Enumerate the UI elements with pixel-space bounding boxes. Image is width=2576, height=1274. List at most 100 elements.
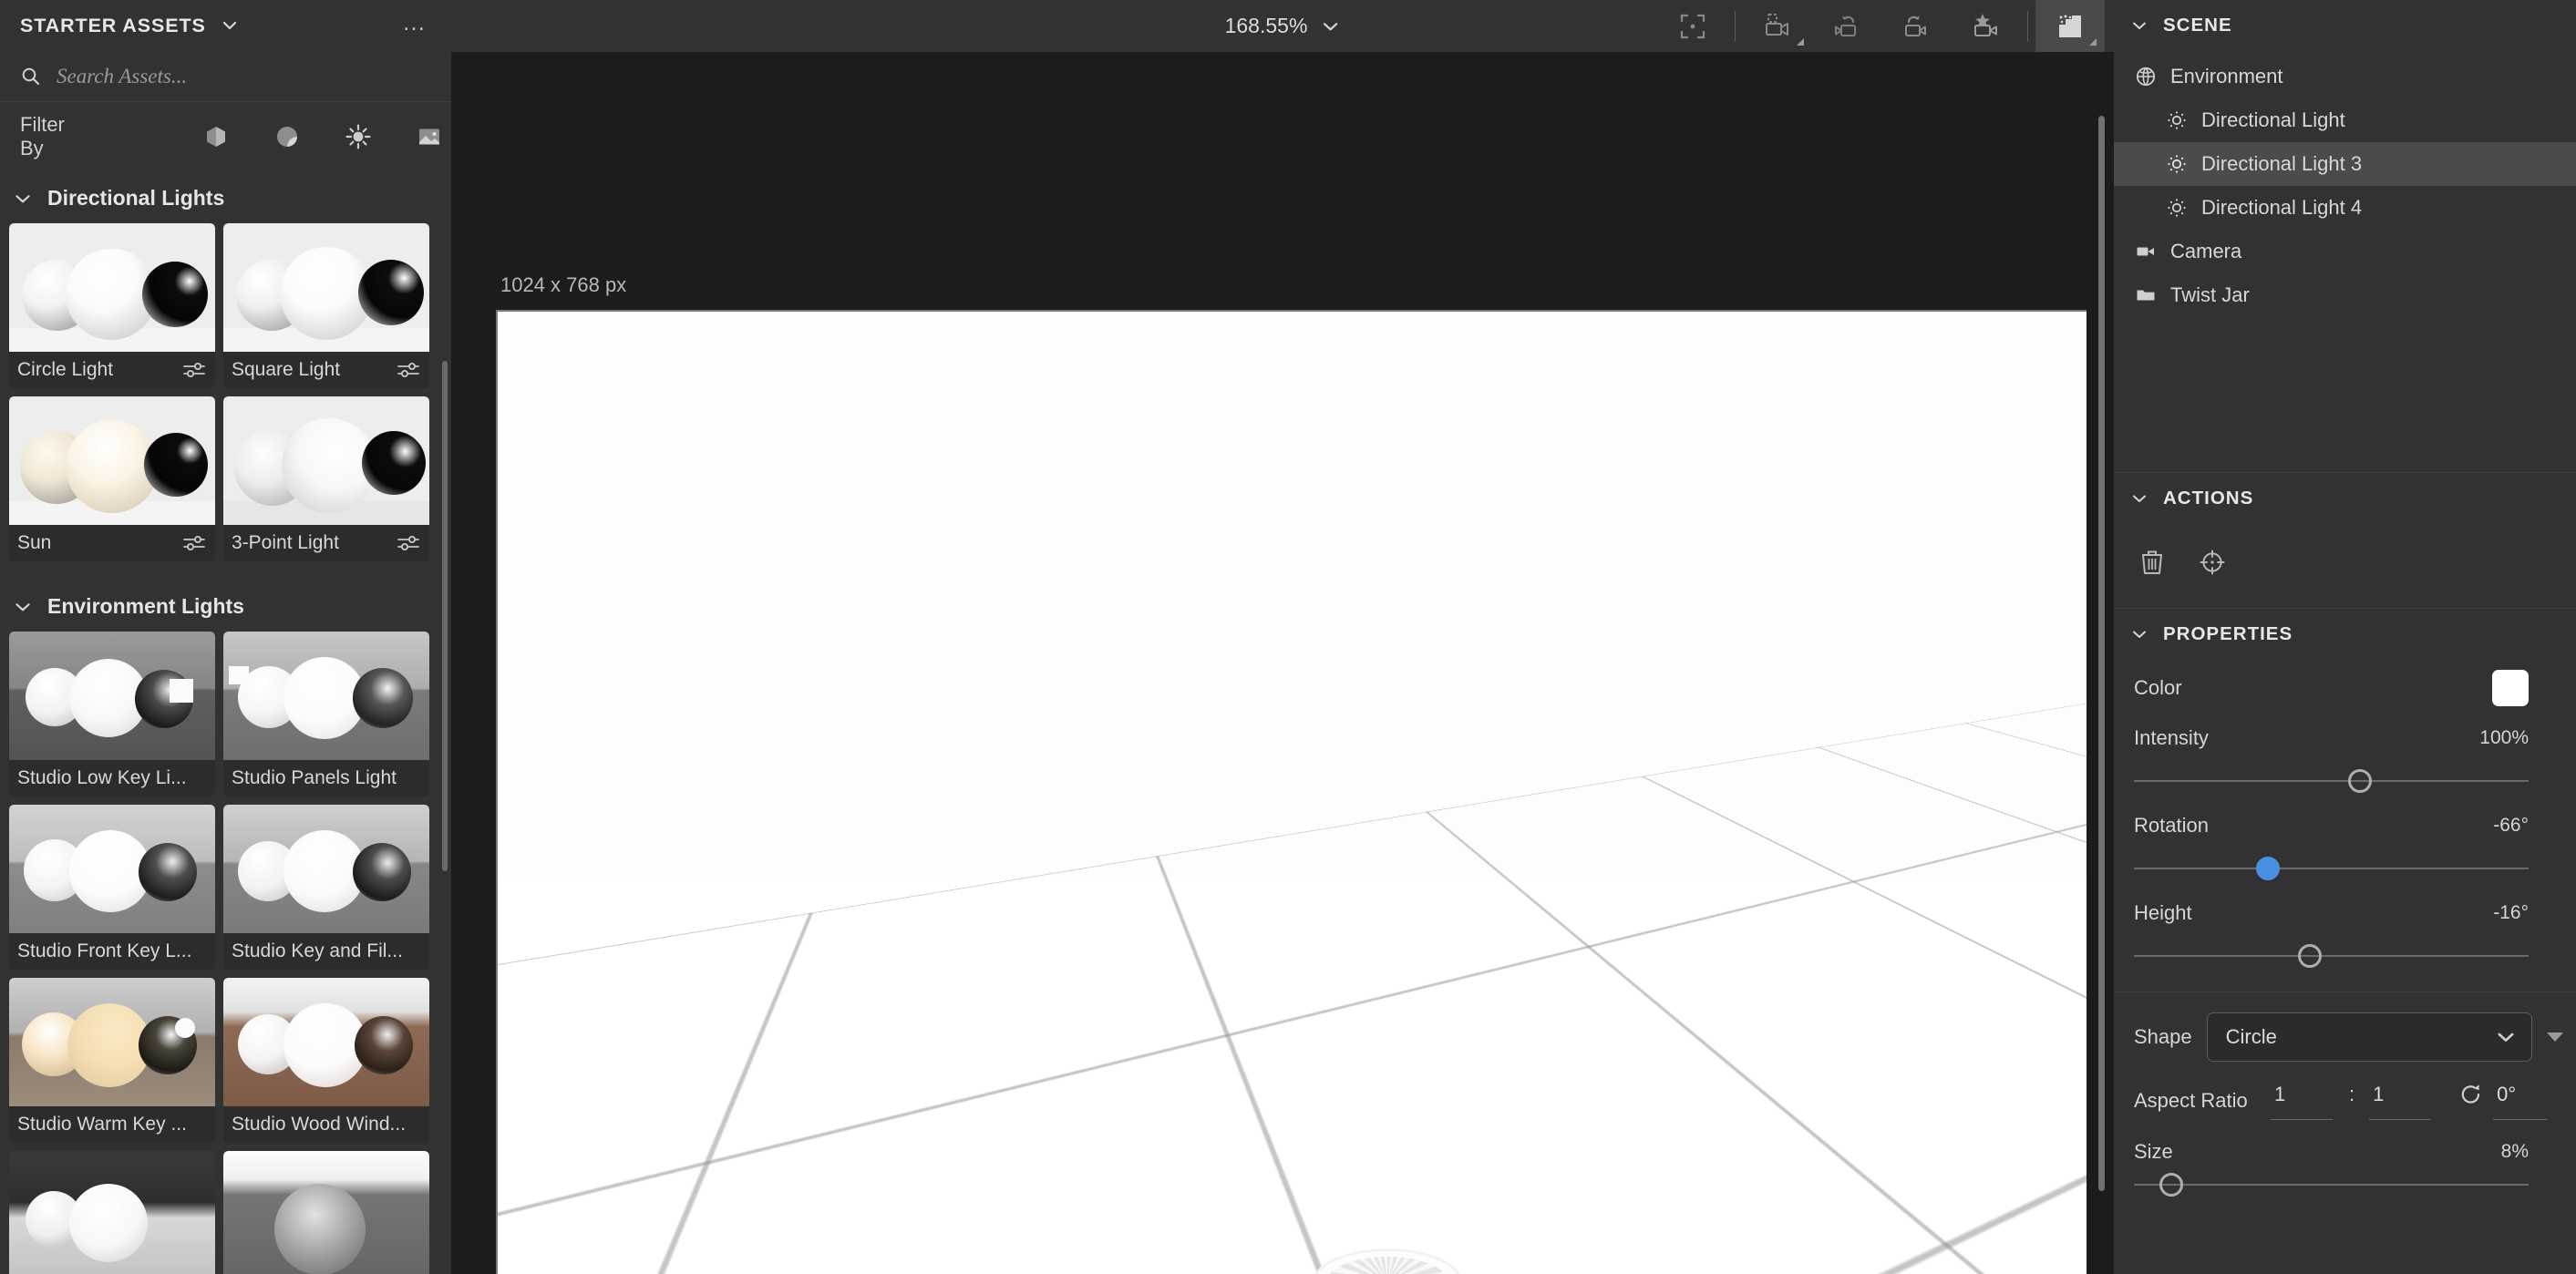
intensity-slider[interactable] [2114,760,2576,804]
assets-scrollbar[interactable] [442,361,448,871]
asset-name: Studio Warm Key ... [17,1114,187,1135]
bookmark-camera-button[interactable] [1951,0,2020,52]
asset-tile[interactable] [223,1151,429,1274]
section-title: PROPERTIES [2163,623,2293,644]
rotation-slider[interactable] [2114,848,2576,891]
shape-more-options-icon[interactable] [2547,1033,2563,1042]
asset-thumbnail [9,632,215,760]
asset-settings-icon[interactable] [182,361,206,379]
asset-tile-bar: Circle Light [9,352,215,388]
cube-icon[interactable] [201,122,231,151]
intensity-slider-handle[interactable] [2348,769,2373,793]
rotation-slider-handle[interactable] [2256,857,2281,880]
more-options-corner-icon[interactable] [2089,38,2097,46]
properties-section-header[interactable]: PROPERTIES [2114,609,2576,660]
starter-assets-title-group[interactable]: STARTER ASSETS [20,15,239,37]
video-camera-icon [2134,240,2158,263]
scene-item-directional-light[interactable]: Directional Light [2114,98,2576,142]
asset-settings-icon[interactable] [397,361,420,379]
asset-thumbnail [223,223,429,352]
twist-jar-object[interactable] [1296,1232,1479,1274]
chevron-down-icon[interactable] [2130,489,2148,508]
asset-tile[interactable]: Studio Panels Light [223,632,429,796]
image-icon[interactable] [415,122,444,151]
color-swatch[interactable] [2492,670,2529,706]
rotate-icon[interactable] [2458,1082,2484,1107]
canvas-vertical-scrollbar[interactable] [2098,116,2105,1191]
chevron-down-icon[interactable] [2130,16,2148,35]
slider-track [2134,1184,2529,1186]
intensity-label: Intensity [2134,726,2209,749]
render-button[interactable] [2035,0,2105,52]
asset-thumbnail [9,396,215,525]
asset-name: Studio Key and Fil... [232,940,403,961]
material-sphere-icon[interactable] [273,122,302,151]
render-canvas[interactable] [496,310,2087,1274]
scene-item-label: Directional Light 4 [2201,196,2363,219]
size-value: 8% [2500,1141,2529,1162]
target-button[interactable] [2194,544,2231,580]
delete-button[interactable] [2134,544,2170,580]
aspect-ratio-height-input[interactable]: 1 [2369,1083,2432,1120]
chevron-down-icon[interactable] [2130,625,2148,643]
scene-item-camera[interactable]: Camera [2114,230,2576,273]
scene-item-label: Directional Light 3 [2201,152,2363,175]
shape-property-row: Shape Circle [2114,1012,2576,1062]
sun-icon[interactable] [344,122,373,151]
asset-tile[interactable]: Studio Warm Key ... [9,978,215,1143]
environment-lights-grid: Studio Low Key Li... Studio Panels Light [0,632,451,1274]
filter-by-label: Filter By [20,113,65,159]
asset-tile[interactable]: Square Light [223,223,429,388]
asset-tile[interactable]: Circle Light [9,223,215,388]
filter-icon-group [201,122,444,151]
zoom-level-control[interactable]: 168.55% [1225,14,1341,38]
add-camera-button[interactable] [1743,0,1812,52]
overflow-menu-button[interactable]: … [402,10,428,34]
asset-tile[interactable]: 3-Point Light [223,396,429,561]
redo-camera-button[interactable] [1881,0,1951,52]
height-slider[interactable] [2114,935,2576,979]
canvas-container[interactable]: 1024 x 768 px [451,52,2114,1274]
section-title: SCENE [2163,15,2232,36]
aspect-ratio-width-input[interactable]: 1 [2271,1083,2333,1120]
chevron-down-icon[interactable] [13,189,33,209]
asset-name: Studio Wood Wind... [232,1114,407,1135]
more-options-corner-icon[interactable] [1797,38,1804,46]
scene-item-directional-light-3[interactable]: Directional Light 3 [2114,142,2576,186]
asset-tile[interactable]: Studio Front Key L... [9,805,215,970]
asset-settings-icon[interactable] [182,534,206,552]
shape-select[interactable]: Circle [2206,1012,2532,1062]
asset-tile[interactable] [9,1151,215,1274]
chevron-down-icon[interactable] [1320,16,1340,36]
height-slider-handle[interactable] [2297,944,2322,968]
rotation-angle-input[interactable]: 0° [2493,1083,2549,1120]
actions-section-header[interactable]: ACTIONS [2114,473,2576,524]
asset-tile[interactable]: Sun [9,396,215,561]
scene-section-header[interactable]: SCENE [2114,0,2576,51]
assets-scroll-area[interactable]: Directional Lights Circle Light Square L… [0,171,451,1274]
asset-tile[interactable]: Studio Key and Fil... [223,805,429,970]
size-slider-handle[interactable] [2159,1173,2183,1197]
search-input[interactable] [57,64,431,88]
asset-thumbnail [9,223,215,352]
group-header-environment-lights[interactable]: Environment Lights [0,561,451,632]
asset-thumbnail [223,632,429,760]
frame-selection-button[interactable] [1658,0,1727,52]
aspect-ratio-separator: : [2349,1083,2355,1105]
asset-name: Circle Light [17,359,114,380]
shape-select-value: Circle [2225,1025,2277,1048]
scene-item-twist-jar[interactable]: Twist Jar [2114,273,2576,317]
asset-tile-bar: Studio Warm Key ... [9,1106,215,1143]
directional-lights-grid: Circle Light Square Light Sun 3-Point Li… [0,223,451,561]
scene-item-directional-light-4[interactable]: Directional Light 4 [2114,186,2576,230]
undo-camera-button[interactable] [1812,0,1881,52]
size-slider[interactable] [2114,1164,2576,1207]
asset-settings-icon[interactable] [397,534,420,552]
chevron-down-icon[interactable] [13,597,33,617]
asset-tile[interactable]: Studio Low Key Li... [9,632,215,796]
chevron-down-icon[interactable] [221,16,239,35]
scene-item-environment[interactable]: Environment [2114,55,2576,98]
target-icon [2197,547,2228,578]
group-header-directional-lights[interactable]: Directional Lights [0,171,451,223]
asset-tile[interactable]: Studio Wood Wind... [223,978,429,1143]
